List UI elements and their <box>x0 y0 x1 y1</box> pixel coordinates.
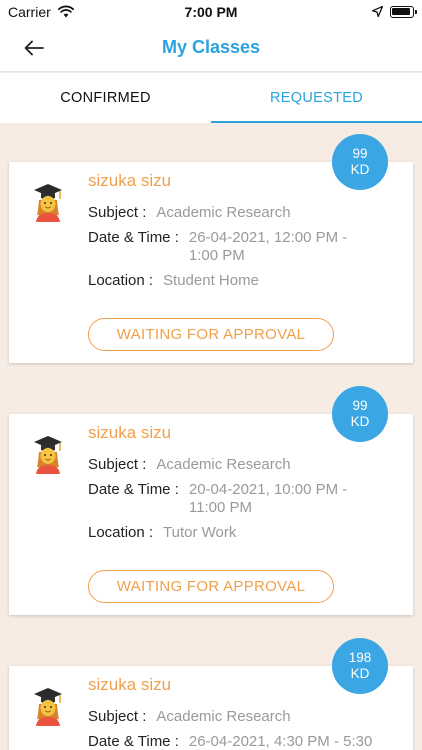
location-label: Location : <box>88 272 154 289</box>
location-value: Student Home <box>163 272 259 289</box>
datetime-label: Date & Time : <box>88 733 179 750</box>
price-badge: 99 KD <box>332 386 388 442</box>
price-amount: 99 <box>352 398 368 413</box>
class-tabs: CONFIRMED REQUESTED <box>0 73 422 123</box>
location-arrow-icon <box>372 6 383 17</box>
price-currency: KD <box>350 666 370 681</box>
subject-label: Subject : <box>88 456 147 473</box>
datetime-row: Date & Time : 20-04-2021, 10:00 PM - 11:… <box>88 481 398 517</box>
location-label: Location : <box>88 524 154 541</box>
datetime-value: 26-04-2021, 12:00 PM - 1:00 PM <box>188 229 348 264</box>
subject-row: Subject : Academic Research <box>88 708 291 726</box>
location-row: Location : Tutor Work <box>88 524 236 542</box>
subject-row: Subject : Academic Research <box>88 204 291 222</box>
price-badge: 198 KD <box>332 638 388 694</box>
location-row: Location : Student Home <box>88 272 259 290</box>
datetime-value: 20-04-2021, 10:00 PM - 11:00 PM <box>188 481 348 516</box>
student-avatar-icon <box>34 688 62 726</box>
price-currency: KD <box>350 162 370 177</box>
price-badge: 99 KD <box>332 134 388 190</box>
tutor-name: sizuka sizu <box>88 423 172 442</box>
datetime-row: Date & Time : 26-04-2021, 4:30 PM - 5:30 <box>88 733 398 750</box>
status-badge: WAITING FOR APPROVAL <box>88 318 334 351</box>
class-card[interactable]: sizuka sizu Subject : Academic Research … <box>9 162 413 363</box>
datetime-value: 26-04-2021, 4:30 PM - 5:30 <box>188 733 373 750</box>
class-card[interactable]: sizuka sizu Subject : Academic Research … <box>9 414 413 615</box>
status-badge: WAITING FOR APPROVAL <box>88 570 334 603</box>
tutor-name: sizuka sizu <box>88 675 172 694</box>
subject-value: Academic Research <box>156 708 291 725</box>
price-amount: 198 <box>348 650 372 665</box>
price-amount: 99 <box>352 146 368 161</box>
nav-bar: My Classes <box>0 24 422 72</box>
page-title: My Classes <box>161 37 261 57</box>
tutor-name: sizuka sizu <box>88 171 172 190</box>
datetime-row: Date & Time : 26-04-2021, 12:00 PM - 1:0… <box>88 229 398 265</box>
student-avatar-icon <box>34 184 62 222</box>
subject-label: Subject : <box>88 708 147 725</box>
subject-label: Subject : <box>88 204 147 221</box>
tab-requested[interactable]: REQUESTED <box>211 73 422 123</box>
datetime-label: Date & Time : <box>88 229 179 246</box>
location-value: Tutor Work <box>163 524 237 541</box>
status-bar: Carrier 7:00 PM <box>0 0 422 24</box>
subject-value: Academic Research <box>156 204 291 221</box>
status-time: 7:00 PM <box>184 4 238 20</box>
subject-value: Academic Research <box>156 456 291 473</box>
battery-icon <box>390 6 417 18</box>
student-avatar-icon <box>34 436 62 474</box>
datetime-label: Date & Time : <box>88 481 179 498</box>
tab-confirmed[interactable]: CONFIRMED <box>0 73 211 123</box>
subject-row: Subject : Academic Research <box>88 456 291 474</box>
price-currency: KD <box>350 414 370 429</box>
